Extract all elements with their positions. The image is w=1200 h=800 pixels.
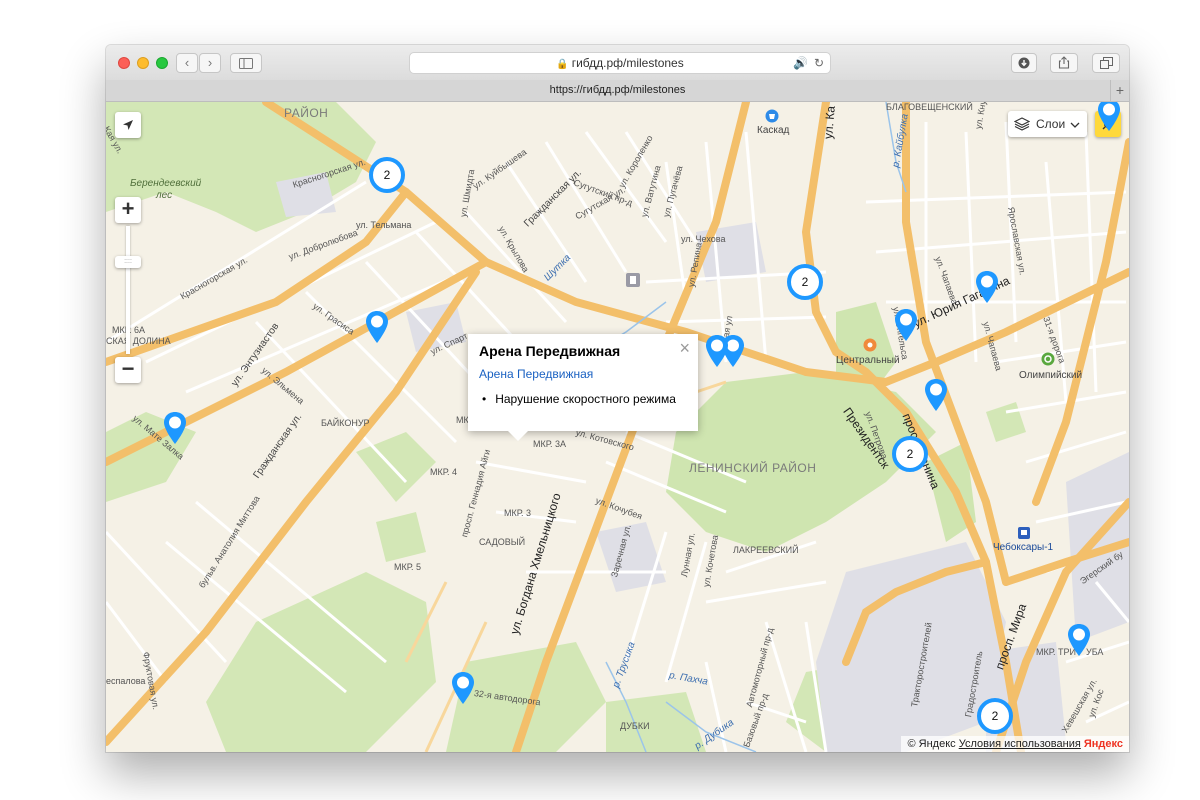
chevron-right-icon: › — [207, 55, 213, 70]
address-bar[interactable]: 🔒 гибдд.рф/milestones 🔊 ↻ — [409, 52, 831, 74]
minimize-window-button[interactable] — [137, 57, 149, 69]
map-pin-icon[interactable] — [893, 308, 919, 342]
zoom-out-button[interactable]: − — [115, 357, 141, 383]
forward-button[interactable]: › — [199, 53, 221, 73]
popup-link[interactable]: Арена Передвижная — [479, 367, 593, 381]
chevron-down-icon — [1070, 122, 1080, 128]
stadium-icon — [1041, 352, 1055, 366]
marker-cluster[interactable]: 2 — [787, 264, 823, 300]
layers-icon — [1014, 117, 1030, 131]
popup-violation-item: Нарушение скоростного режима — [482, 392, 676, 406]
map-label-mkr5: МКР. 5 — [394, 562, 422, 572]
shop-pin-icon — [863, 338, 877, 352]
titlebar: ‹ › 🔒 гибдд.рф/milestones 🔊 ↻ — [106, 45, 1129, 81]
back-button[interactable]: ‹ — [176, 53, 198, 73]
street-espalova: еспалова — [106, 676, 146, 686]
close-window-button[interactable] — [118, 57, 130, 69]
building-marker-icon — [626, 273, 640, 287]
chevron-left-icon: ‹ — [184, 55, 190, 70]
popup-title: Арена Передвижная — [479, 343, 621, 359]
map-pin-icon[interactable] — [1066, 623, 1092, 657]
map-pin-icon[interactable] — [704, 334, 730, 368]
share-button[interactable] — [1050, 53, 1078, 73]
marker-cluster[interactable]: 2 — [977, 698, 1013, 734]
map-label-leninsky-raion: ЛЕНИНСКИЙ РАЙОН — [689, 461, 817, 475]
download-icon — [1018, 57, 1030, 69]
map-label-sadovy: САДОВЫЙ — [479, 537, 526, 547]
map-label-berendeev: Берендеевский — [130, 178, 202, 189]
map-copyright: © Яндекс Условия использования Яндекс — [901, 736, 1129, 752]
close-icon[interactable]: × — [679, 338, 690, 359]
zoom-slider-handle[interactable]: :::: — [115, 256, 141, 268]
map-label-tsentralny: Центральный — [836, 355, 900, 366]
map-label-dolina: СКАЯ ДОЛИНА — [106, 336, 171, 346]
sidebar-icon — [239, 58, 253, 69]
layers-label: Слои — [1036, 117, 1066, 131]
terms-link[interactable]: Условия использования — [959, 738, 1081, 750]
map-label-lakreevsky: ЛАКРЕЕВСКИЙ — [733, 545, 799, 555]
zoom-window-button[interactable] — [156, 57, 168, 69]
street-telmana: ул. Тельмана — [356, 220, 412, 230]
map-label-kaskad: Каскад — [757, 125, 790, 136]
map-label-mkr4: МКР. 4 — [430, 467, 458, 477]
marker-cluster[interactable]: 2 — [892, 436, 928, 472]
zoom-in-button[interactable]: + — [115, 197, 141, 223]
map-label-les: лес — [156, 190, 173, 201]
popup-tail — [508, 431, 528, 441]
geolocation-button[interactable] — [115, 112, 141, 138]
map-label-mkr3: МКР. 3 — [504, 508, 532, 518]
map-label-dubki: ДУБКИ — [620, 721, 650, 731]
navigation-arrow-icon — [123, 120, 133, 130]
balloon-popup: Арена Передвижная Арена Передвижная Нару… — [468, 334, 698, 441]
new-tab-button[interactable]: + — [1110, 80, 1129, 101]
train-station-icon — [1018, 527, 1030, 539]
zoom-slider-track[interactable] — [126, 226, 130, 354]
map-pin-icon[interactable] — [162, 411, 188, 445]
tabs-icon — [1099, 57, 1113, 69]
tabs-overview-button[interactable] — [1092, 53, 1120, 73]
yandex-logo[interactable]: Яндекс — [1084, 738, 1123, 750]
sidebar-button[interactable] — [230, 53, 262, 73]
tab-bar: https://гибдд.рф/milestones + — [106, 80, 1129, 102]
map-label-cheboksary1: Чебоксары-1 — [993, 542, 1054, 553]
lock-icon: 🔒 — [556, 59, 569, 70]
speaker-icon[interactable]: 🔊 — [793, 53, 808, 73]
map-pin-icon[interactable] — [1096, 102, 1122, 132]
map-label-blagoveshchensky: БЛАГОВЕЩЕНСКИЙ — [886, 102, 973, 112]
reload-icon[interactable]: ↻ — [814, 53, 824, 73]
map-view[interactable]: РАЙОН Берендеевский лес Каскад БЛАГОВЕЩЕ… — [106, 102, 1129, 752]
browser-window: ‹ › 🔒 гибдд.рф/milestones 🔊 ↻ https://гиб… — [106, 45, 1129, 752]
tab-title[interactable]: https://гибдд.рф/milestones — [550, 84, 686, 96]
copyright-text: © Яндекс — [907, 738, 956, 750]
marker-cluster[interactable]: 2 — [369, 157, 405, 193]
url-text: гибдд.рф/milestones — [571, 56, 684, 70]
map-label-raion: РАЙОН — [284, 106, 329, 120]
map-pin-icon[interactable] — [364, 310, 390, 344]
map-pin-icon[interactable] — [450, 671, 476, 705]
share-icon — [1058, 56, 1070, 69]
map-label-mkr3a: МКР. 3А — [533, 439, 567, 449]
map-pin-icon[interactable] — [923, 378, 949, 412]
map-label-baikonur: БАЙКОНУР — [321, 418, 370, 428]
map-pin-icon[interactable] — [974, 270, 1000, 304]
downloads-button[interactable] — [1011, 53, 1037, 73]
layers-button[interactable]: Слои — [1008, 111, 1087, 137]
map-label-olimpiysky: Олимпийский — [1019, 370, 1083, 381]
street-ul-ka: ул. Ка — [821, 105, 838, 140]
shopping-icon — [765, 109, 779, 123]
